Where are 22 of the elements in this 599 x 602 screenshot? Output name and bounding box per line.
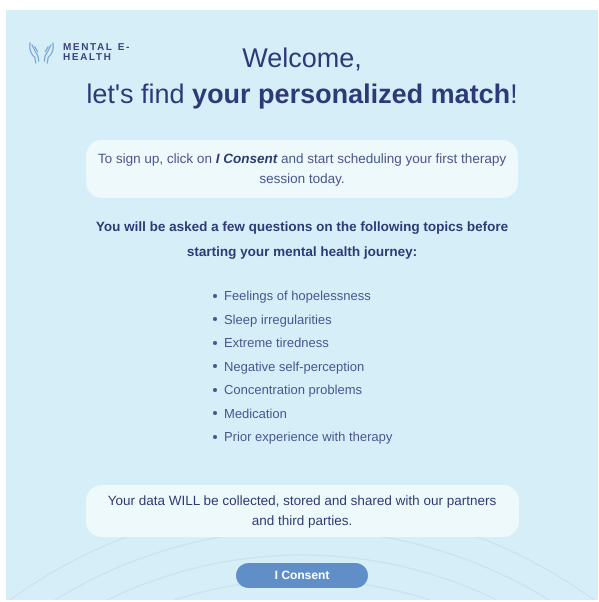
topics-intro-text: You will be asked a few questions on the following topics before starting your mental health journey: bbox=[94, 218, 510, 261]
bullet-icon bbox=[213, 434, 217, 439]
bullet-icon bbox=[213, 317, 217, 322]
consent-button[interactable]: I Consent bbox=[236, 562, 368, 588]
logo-text: MENTAL E- HEALTH bbox=[63, 42, 131, 62]
topic-item: Concentration problems bbox=[224, 382, 362, 398]
hands-icon bbox=[28, 41, 55, 64]
topic-item: Sleep irregularities bbox=[224, 312, 332, 327]
data-notice: Your data WILL be collected, stored and shared with our partners and third parties. bbox=[86, 484, 518, 536]
bullet-icon bbox=[213, 411, 217, 416]
topic-item: Negative self-perception bbox=[224, 358, 364, 374]
topic-item: Medication bbox=[224, 406, 287, 421]
sign-up-note: To sign up, click on I Consent and start scheduling your first therapy session today. bbox=[86, 140, 518, 198]
bullet-icon bbox=[213, 388, 217, 392]
topic-item: Feelings of hopelessness bbox=[224, 288, 371, 304]
bullet-icon bbox=[213, 294, 217, 298]
topic-item: Extreme tiredness bbox=[224, 335, 329, 350]
tagline-heading: let's find your personalized match! bbox=[86, 78, 518, 111]
bullet-icon bbox=[213, 364, 217, 368]
welcome-heading: Welcome, bbox=[242, 42, 362, 75]
bullet-icon bbox=[213, 340, 217, 345]
topic-item: Prior experience with therapy bbox=[224, 429, 392, 444]
